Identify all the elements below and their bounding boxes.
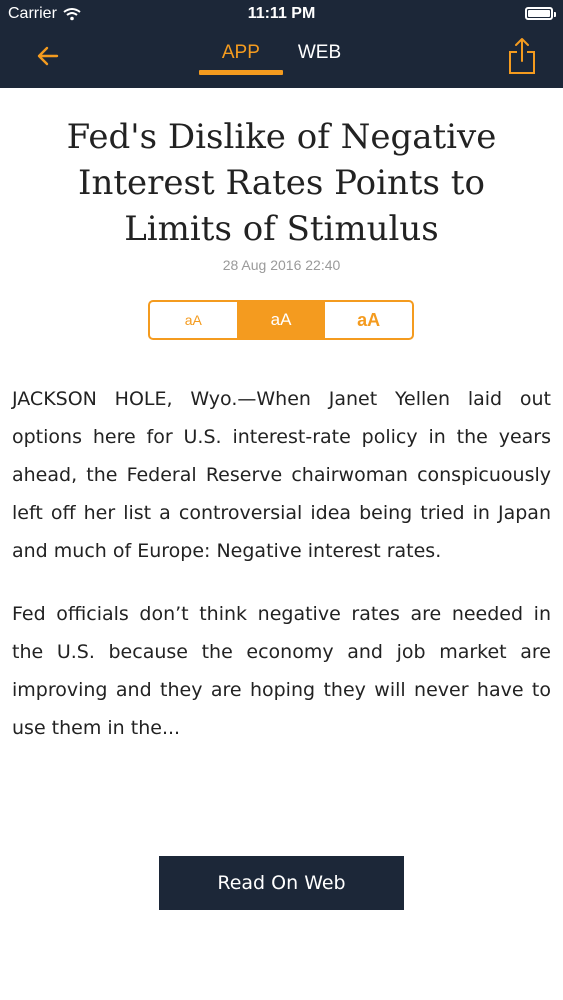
read-on-web-button[interactable]: Read On Web xyxy=(159,856,404,910)
status-bar: Carrier 11:11 PM xyxy=(0,0,563,30)
tab-web[interactable]: WEB xyxy=(296,42,343,64)
font-size-selector: aA aA aA xyxy=(148,300,414,340)
battery-icon xyxy=(525,7,556,20)
font-size-medium-button[interactable]: aA xyxy=(236,302,325,338)
top-bar: Carrier 11:11 PM APP WEB xyxy=(0,0,563,88)
view-tabs: APP WEB xyxy=(0,42,563,75)
status-time: 11:11 PM xyxy=(247,5,316,22)
article-body: JACKSON HOLE, Wyo.—When Janet Yellen lai… xyxy=(12,380,551,772)
share-icon xyxy=(509,38,535,74)
article-paragraph: JACKSON HOLE, Wyo.—When Janet Yellen lai… xyxy=(12,388,551,562)
tab-app[interactable]: APP xyxy=(198,42,283,75)
article-title: Fed's Dislike of Negative Interest Rates… xyxy=(66,117,497,249)
article-date: 28 Aug 2016 22:40 xyxy=(222,257,341,273)
font-size-small-button[interactable]: aA xyxy=(150,302,237,338)
battery-level xyxy=(528,10,550,17)
nav-bar: APP WEB xyxy=(0,30,563,88)
font-size-large-button[interactable]: aA xyxy=(324,302,412,338)
share-button[interactable] xyxy=(507,36,537,76)
article-paragraph: Fed officials don’t think negative rates… xyxy=(12,603,551,739)
